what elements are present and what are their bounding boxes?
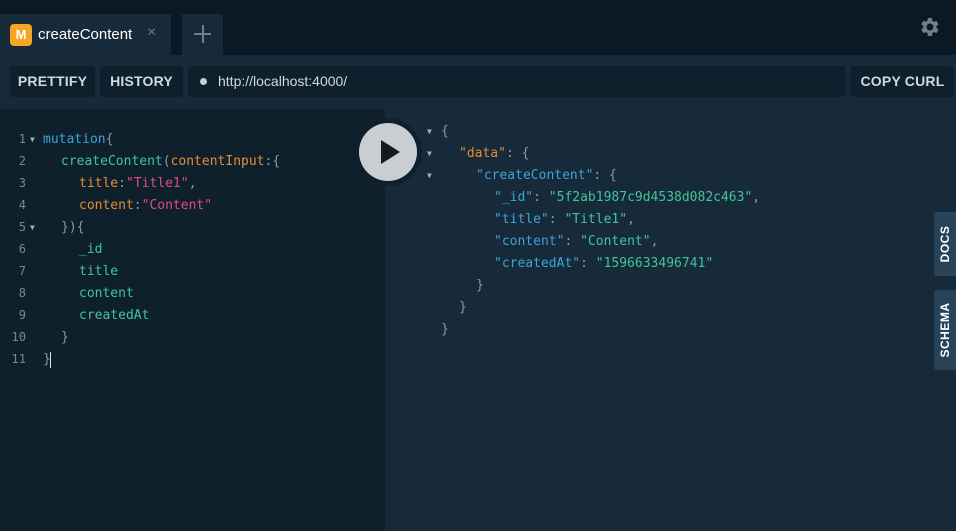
line-number: 5 — [18, 220, 26, 234]
result-line: "content": "Content", — [494, 234, 659, 249]
code-line: _id — [79, 242, 103, 257]
code-line: content:"Content" — [79, 198, 213, 213]
query-editor[interactable]: 1 ▼ 2 3 4 5 ▼ 6 7 8 9 10 11 mutation{ cr… — [0, 109, 385, 531]
code-line: createdAt — [79, 308, 150, 323]
code-line: title:"Title1", — [79, 176, 197, 191]
docs-tab[interactable]: DOCS — [934, 212, 956, 276]
prettify-button[interactable]: PRETTIFY — [10, 66, 95, 97]
url-text: http://localhost:4000/ — [218, 73, 348, 89]
line-number: 10 — [11, 330, 26, 344]
code-line: } — [61, 330, 69, 345]
result-line: } — [476, 278, 484, 293]
result-line: "title": "Title1", — [494, 212, 635, 227]
docs-tab-label: DOCS — [938, 225, 952, 263]
line-number: 6 — [18, 242, 26, 256]
add-tab-button[interactable] — [182, 14, 223, 55]
code-line: } — [43, 351, 51, 368]
fold-arrow-icon[interactable]: ▼ — [427, 121, 432, 143]
line-number: 3 — [18, 176, 26, 190]
result-line: "_id": "5f2ab1987c9d4538d082c463", — [494, 190, 761, 205]
url-input[interactable]: http://localhost:4000/ — [188, 66, 845, 97]
line-number: 11 — [11, 352, 26, 366]
fold-arrow-icon[interactable]: ▼ — [30, 129, 35, 151]
code-line: content — [79, 286, 134, 301]
line-number: 2 — [18, 154, 26, 168]
schema-tab-label: SCHEMA — [938, 302, 952, 358]
result-line: "createContent": { — [476, 168, 617, 183]
fold-arrow-icon[interactable]: ▼ — [427, 165, 432, 187]
code-line: createContent(contentInput:{ — [61, 154, 281, 169]
result-line: { — [441, 124, 449, 139]
line-number: 8 — [18, 286, 26, 300]
fold-arrow-icon[interactable]: ▼ — [427, 143, 432, 165]
result-line: } — [441, 322, 449, 337]
line-number: 9 — [18, 308, 26, 322]
line-number: 4 — [18, 198, 26, 212]
execute-query-button[interactable] — [354, 118, 422, 186]
toolbar: PRETTIFY HISTORY http://localhost:4000/ … — [0, 55, 956, 109]
code-line: }){ — [61, 220, 85, 235]
tab-title: createContent — [38, 26, 133, 43]
result-line: "data": { — [459, 146, 530, 161]
text-cursor — [49, 351, 51, 368]
schema-tab[interactable]: SCHEMA — [934, 290, 956, 370]
gear-icon[interactable] — [917, 15, 941, 39]
status-dot-icon — [200, 78, 207, 85]
close-icon[interactable]: × — [147, 25, 156, 41]
copy-curl-button[interactable]: COPY CURL — [851, 66, 954, 97]
code-line: title — [79, 264, 119, 279]
result-viewer: ▼ { ▼ "data": { ▼ "createContent": { "_i… — [385, 109, 956, 531]
tab-logo-icon: M — [10, 24, 32, 46]
code-line: mutation{ — [43, 132, 114, 147]
result-line: "createdAt": "1596633496741" — [494, 256, 714, 271]
line-number: 1 — [18, 132, 26, 146]
history-button[interactable]: HISTORY — [100, 66, 183, 97]
tab-createcontent[interactable]: M createContent × — [0, 14, 171, 55]
tab-bar: M createContent × — [0, 0, 956, 55]
fold-arrow-icon[interactable]: ▼ — [30, 217, 35, 239]
line-number: 7 — [18, 264, 26, 278]
play-icon — [381, 140, 400, 164]
result-line: } — [459, 300, 467, 315]
